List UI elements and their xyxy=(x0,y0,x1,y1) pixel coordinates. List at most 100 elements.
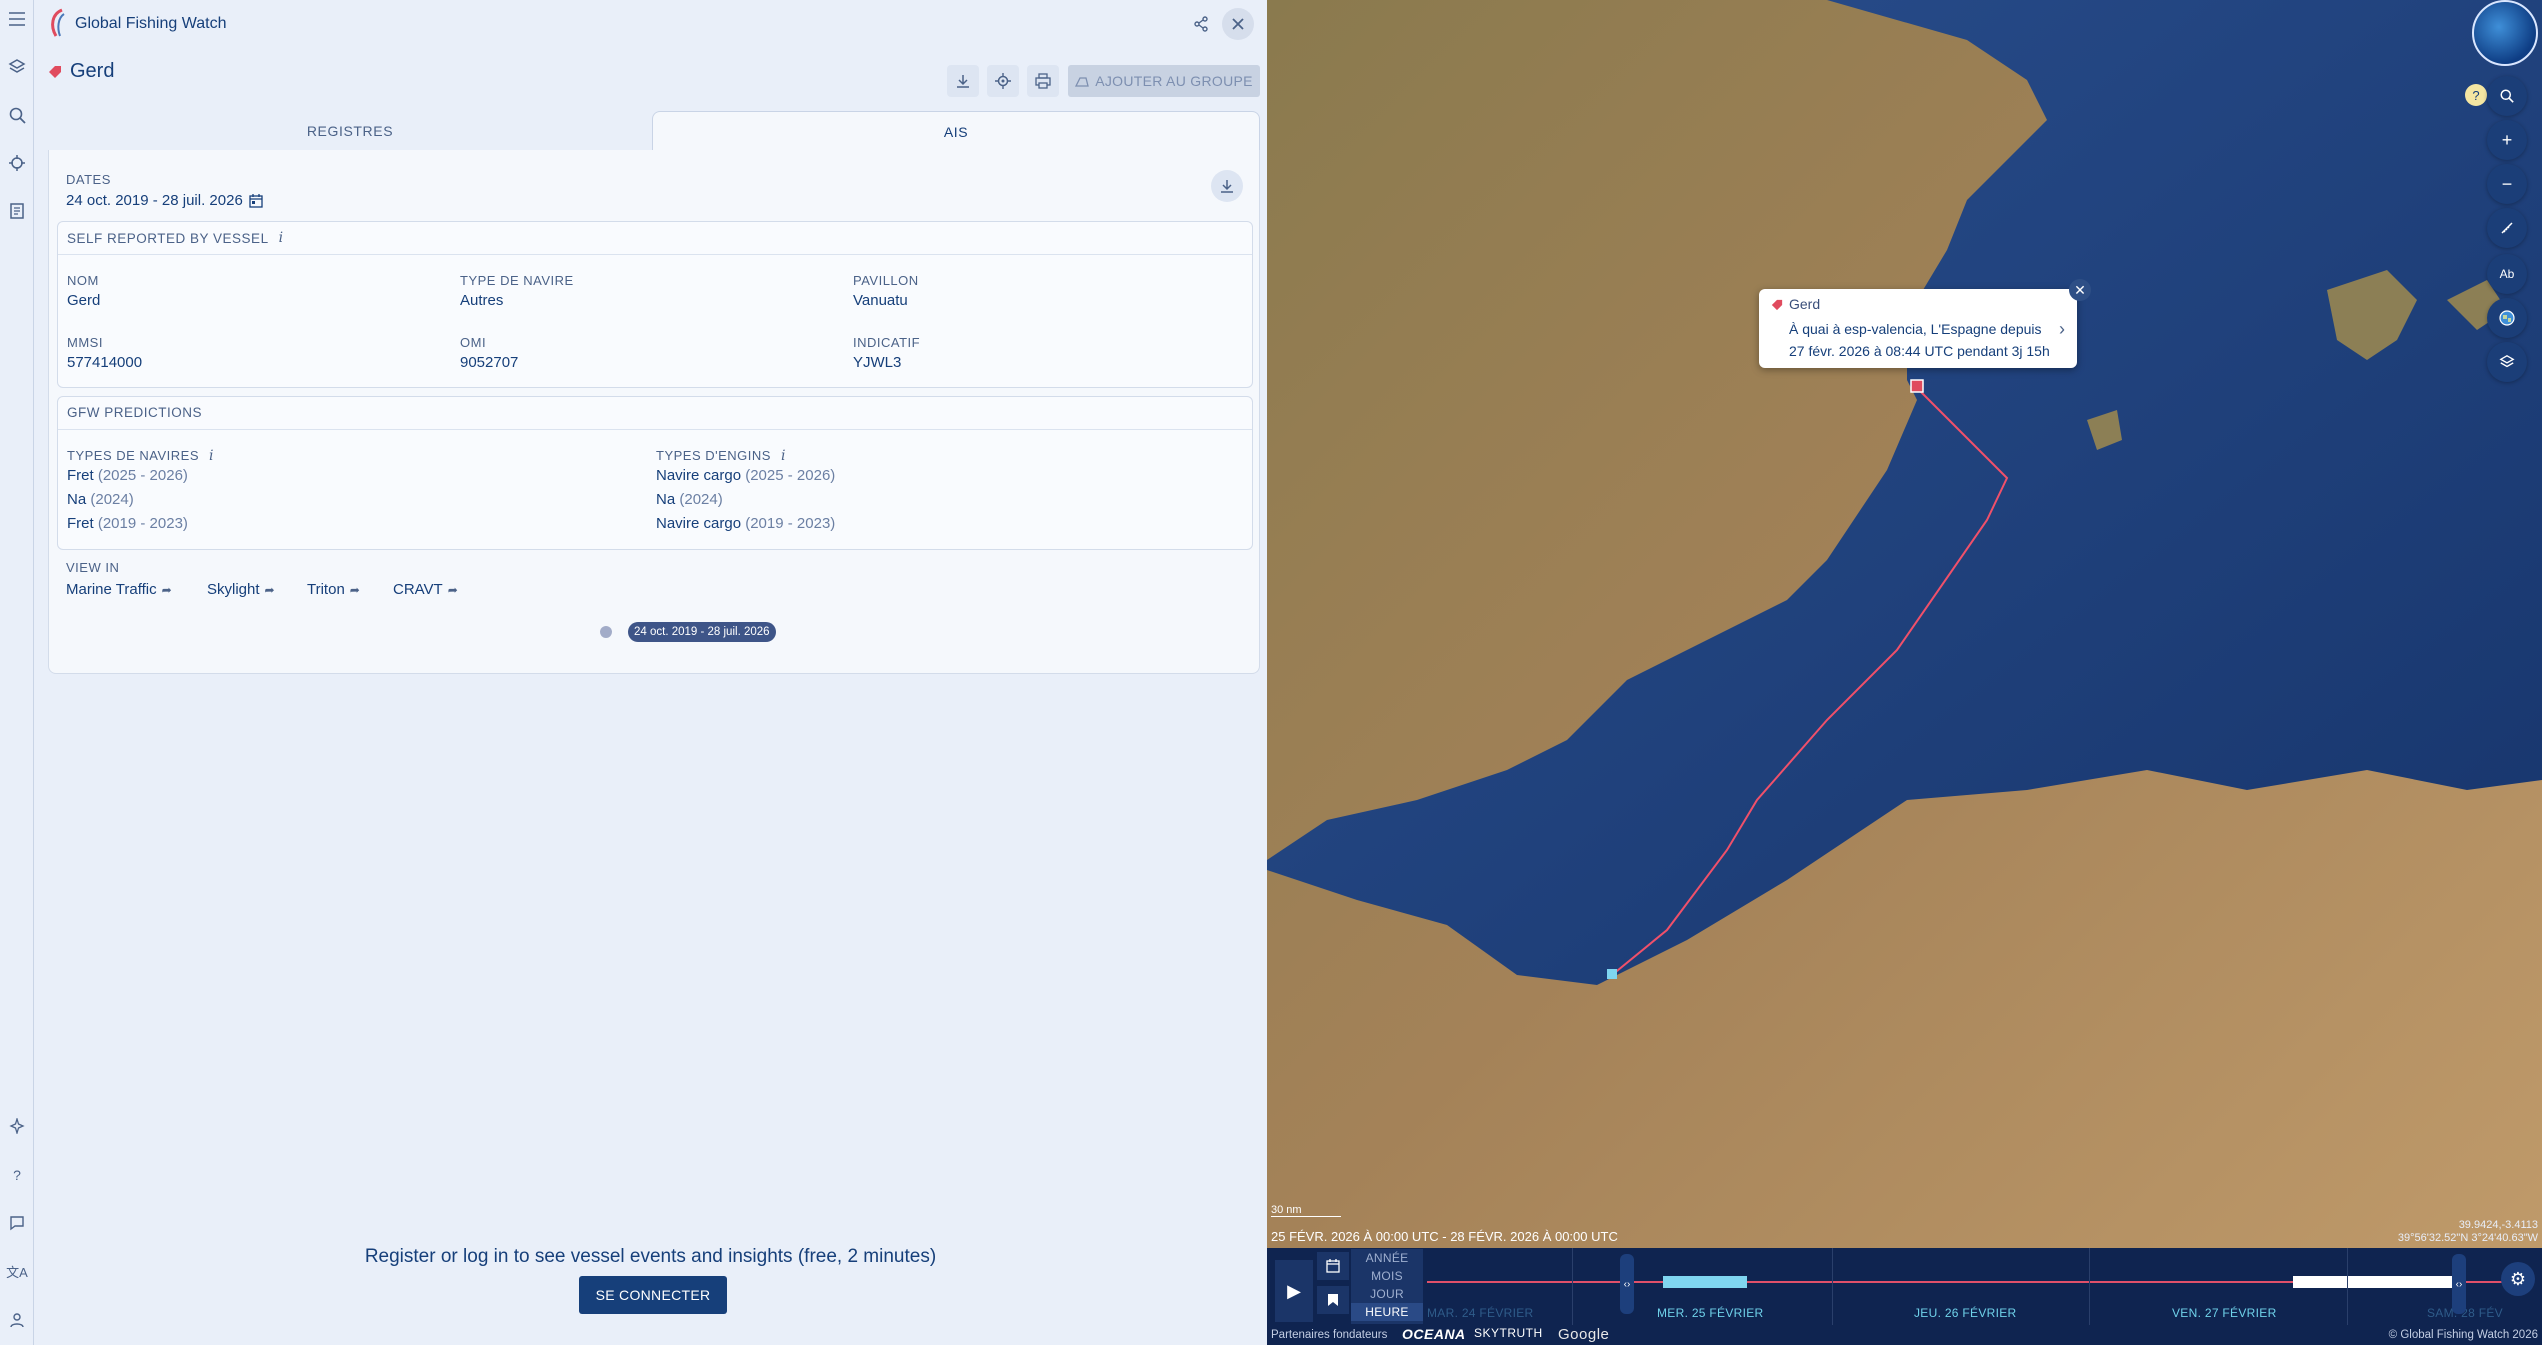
timebar-settings-icon[interactable]: ⚙ xyxy=(2501,1262,2535,1296)
layers-icon[interactable] xyxy=(6,56,28,78)
close-icon[interactable] xyxy=(1222,8,1254,40)
map-coordinates: 39.9424,-3.4113 39°56'32.52"N 3°24'40.63… xyxy=(2398,1219,2538,1245)
link-label: Triton xyxy=(307,581,345,598)
link-cravt[interactable]: CRAVT ➦ xyxy=(393,581,458,598)
satellite-map xyxy=(1267,0,2542,1248)
download-icon[interactable] xyxy=(947,65,979,97)
link-skylight[interactable]: Skylight ➦ xyxy=(207,581,275,598)
timeline-range-pill[interactable]: 24 oct. 2019 - 28 juil. 2026 xyxy=(628,622,776,642)
timebar-start-handle[interactable]: ‹› xyxy=(1620,1254,1634,1314)
link-label: Skylight xyxy=(207,581,260,598)
play-icon[interactable]: ▶ xyxy=(1275,1260,1313,1322)
calendar-icon[interactable] xyxy=(249,193,263,208)
info-icon[interactable]: i xyxy=(279,230,284,246)
vessel-groups-icon[interactable] xyxy=(6,152,28,174)
login-button[interactable]: SE CONNECTER xyxy=(579,1276,727,1314)
user-icon[interactable] xyxy=(6,1309,28,1331)
timebar-day-label: MER. 25 FÉVRIER xyxy=(1657,1306,1764,1320)
gear-type-prediction: Navire cargo (2019 - 2023) xyxy=(656,515,835,532)
granularity-year[interactable]: ANNÉE xyxy=(1351,1249,1423,1267)
skytruth-logo[interactable]: SKYTRUTH xyxy=(1474,1326,1543,1340)
zoom-in-icon[interactable]: + xyxy=(2487,120,2527,160)
timebar: ▶ ANNÉE MOIS JOUR HEURE MAR. 24 FÉVRIER … xyxy=(1267,1248,2542,1345)
granularity-month[interactable]: MOIS xyxy=(1351,1267,1423,1285)
granularity-hour[interactable]: HEURE xyxy=(1351,1303,1423,1321)
google-logo[interactable]: Google xyxy=(1558,1326,1609,1343)
map-labels-icon[interactable]: Ab xyxy=(2487,254,2527,294)
link-marine-traffic[interactable]: Marine Traffic ➦ xyxy=(66,581,172,598)
prediction-value: Na xyxy=(67,491,87,508)
timebar-highlight xyxy=(2293,1276,2453,1288)
popup-vessel-name: Gerd xyxy=(1789,296,1821,312)
dates-range-text: 24 oct. 2019 - 28 juil. 2026 xyxy=(66,192,243,209)
vessel-type-prediction: Fret (2025 - 2026) xyxy=(67,467,188,484)
timebar-track[interactable]: MAR. 24 FÉVRIER MER. 25 FÉVRIER JEU. 26 … xyxy=(1427,1248,2507,1325)
field-label-vessel-type: TYPE DE NAVIRE xyxy=(460,273,574,288)
print-icon[interactable] xyxy=(1027,65,1059,97)
granularity-selector: ANNÉE MOIS JOUR HEURE xyxy=(1351,1249,1423,1324)
field-value-callsign: YJWL3 xyxy=(853,354,902,371)
external-link-icon: ➦ xyxy=(161,582,172,597)
vessel-types-label-text: TYPES DE NAVIRES xyxy=(67,448,200,463)
coords-dms: 39°56'32.52"N 3°24'40.63"W xyxy=(2397,1232,2538,1244)
basemap-icon[interactable] xyxy=(2487,298,2527,338)
info-icon[interactable]: i xyxy=(781,448,786,464)
popup-event-line: À quai à esp-valencia, L'Espagne depuis xyxy=(1789,321,2042,337)
timebar-day-label: MAR. 24 FÉVRIER xyxy=(1427,1306,1534,1320)
time-range-text: 25 FÉVR. 2026 À 00:00 UTC - 28 FÉVR. 202… xyxy=(1271,1229,1618,1244)
calendar-picker-icon[interactable] xyxy=(1317,1252,1349,1280)
add-to-group-button[interactable]: AJOUTER AU GROUPE xyxy=(1068,65,1260,97)
divider xyxy=(58,254,1252,255)
ruler-icon[interactable] xyxy=(2487,208,2527,248)
globe-view-icon[interactable] xyxy=(2472,0,2538,66)
link-triton[interactable]: Triton ➦ xyxy=(307,581,360,598)
map-view[interactable]: Gerd À quai à esp-valencia, L'Espagne de… xyxy=(1267,0,2542,1248)
popup-close-icon[interactable]: ✕ xyxy=(2069,279,2091,301)
coords-decimal: 39.9424,-3.4113 xyxy=(2458,1219,2538,1231)
whats-new-icon[interactable] xyxy=(6,1115,28,1137)
register-message: Register or log in to see vessel events … xyxy=(364,1246,937,1267)
share-icon[interactable] xyxy=(1185,8,1217,40)
tab-ais[interactable]: AIS xyxy=(652,111,1260,151)
language-icon[interactable]: 文A xyxy=(6,1260,28,1282)
reports-icon[interactable] xyxy=(6,200,28,222)
external-link-icon: ➦ xyxy=(264,582,275,597)
tab-registres[interactable]: REGISTRES xyxy=(48,111,652,151)
download-dates-icon[interactable] xyxy=(1211,170,1243,202)
center-map-icon[interactable] xyxy=(987,65,1019,97)
add-to-group-label: AJOUTER AU GROUPE xyxy=(1095,73,1253,89)
vessel-panel: Global Fishing Watch Gerd AJOUTER AU GRO… xyxy=(34,0,1267,1345)
map-help-icon[interactable]: ? xyxy=(2465,84,2487,106)
info-icon[interactable]: i xyxy=(209,448,214,464)
prediction-years: (2019 - 2023) xyxy=(745,515,836,532)
field-label-imo: OMI xyxy=(460,335,487,350)
menu-icon[interactable] xyxy=(6,8,28,30)
day-separator xyxy=(1832,1248,1833,1325)
dates-value[interactable]: 24 oct. 2019 - 28 juil. 2026 xyxy=(66,192,263,209)
feedback-icon[interactable] xyxy=(6,1212,28,1234)
timebar-end-handle[interactable]: ‹› xyxy=(2452,1254,2466,1314)
help-icon[interactable]: ? xyxy=(6,1164,28,1186)
oceana-logo[interactable]: OCEANA xyxy=(1402,1326,1466,1342)
layers-toggle-icon[interactable] xyxy=(2487,342,2527,382)
bookmark-icon[interactable] xyxy=(1317,1286,1349,1314)
day-separator xyxy=(2347,1248,2348,1325)
vessel-title: Gerd xyxy=(48,60,114,83)
tab-bar: REGISTRES AIS xyxy=(48,111,1260,151)
chevron-right-icon[interactable]: › xyxy=(2059,319,2065,340)
panel-header: Global Fishing Watch xyxy=(34,0,1267,48)
gfw-predictions-card: GFW PREDICTIONS TYPES DE NAVIRES i Fret … xyxy=(57,396,1253,550)
field-label-flag: PAVILLON xyxy=(853,273,919,288)
timebar-day-label: SAM. 28 FÉV xyxy=(2427,1306,2503,1320)
zoom-out-icon[interactable]: − xyxy=(2487,164,2527,204)
search-icon[interactable] xyxy=(6,104,28,126)
vessel-tag-icon xyxy=(49,65,61,78)
link-label: Marine Traffic xyxy=(66,581,157,598)
app-title[interactable]: Global Fishing Watch xyxy=(75,15,226,33)
map-search-icon[interactable] xyxy=(2487,76,2527,116)
gfw-predictions-title: GFW PREDICTIONS xyxy=(67,405,202,420)
vessel-popup[interactable]: Gerd À quai à esp-valencia, L'Espagne de… xyxy=(1759,289,2077,368)
prediction-years: (2025 - 2026) xyxy=(97,467,188,484)
granularity-day[interactable]: JOUR xyxy=(1351,1285,1423,1303)
external-link-icon: ➦ xyxy=(349,582,360,597)
